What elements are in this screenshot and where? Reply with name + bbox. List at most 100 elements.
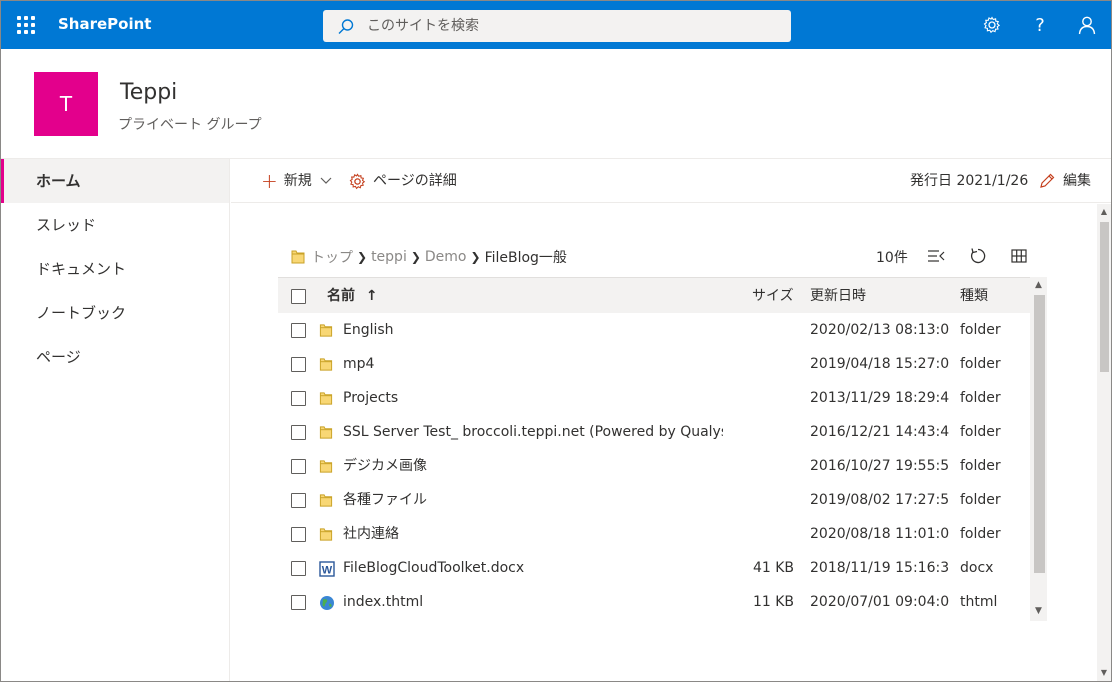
file-size — [718, 483, 794, 517]
file-name-link[interactable]: 社内連絡 — [343, 517, 723, 551]
grid-view-icon[interactable] — [1011, 249, 1027, 263]
plus-icon: + — [261, 169, 278, 193]
file-size: 41 KB — [752, 560, 794, 576]
table-row[interactable]: デジカメ画像 2016/10/27 19:55:50 folder — [278, 449, 1030, 483]
file-type: folder — [960, 458, 1001, 474]
column-header-modified[interactable]: 更新日時 — [810, 278, 866, 314]
help-icon: ? — [1035, 14, 1045, 36]
table-row[interactable]: 社内連絡 2020/08/18 11:01:02 folder — [278, 517, 1030, 551]
page-details-label: ページの詳細 — [373, 173, 457, 189]
file-size — [718, 347, 794, 381]
file-name-link[interactable]: Projects — [343, 381, 723, 415]
column-header-name[interactable]: 名前 ↑ — [327, 278, 378, 314]
table-row[interactable]: English 2020/02/13 08:13:05 folder — [278, 313, 1030, 347]
breadcrumb: トップ ❯ teppi ❯ Demo ❯ FileBlog一般 — [291, 245, 567, 269]
list-scrollbar[interactable]: ▲ ▼ — [1030, 277, 1047, 621]
brand-name[interactable]: SharePoint — [58, 15, 151, 33]
table-row[interactable]: Projects 2013/11/29 18:29:47 folder — [278, 381, 1030, 415]
row-checkbox[interactable] — [291, 323, 306, 338]
page-scroll-thumb[interactable] — [1100, 222, 1109, 372]
new-button[interactable]: + 新規 — [261, 159, 332, 203]
table-row[interactable]: index.thtml 11 KB 2020/07/01 09:04:08 thtml — [278, 585, 1030, 619]
row-checkbox[interactable] — [291, 425, 306, 440]
edit-button[interactable]: 編集 — [1039, 159, 1091, 203]
search-box[interactable] — [323, 10, 791, 42]
file-modified: 2020/08/18 11:01:02 — [810, 526, 950, 542]
item-count: 10件 — [876, 250, 908, 266]
file-type: folder — [960, 492, 1001, 508]
breadcrumb-item-top[interactable]: トップ — [311, 247, 353, 267]
chevron-right-icon: ❯ — [470, 250, 481, 264]
file-name-link[interactable]: mp4 — [343, 347, 723, 381]
folder-icon — [319, 323, 333, 342]
list-scroll-thumb[interactable] — [1034, 295, 1045, 573]
breadcrumb-current: FileBlog一般 — [484, 250, 567, 266]
suite-bar: SharePoint ? — [1, 1, 1111, 49]
row-checkbox[interactable] — [291, 459, 306, 474]
scroll-down-arrow-icon[interactable]: ▼ — [1097, 668, 1111, 677]
scroll-up-arrow-icon[interactable]: ▲ — [1030, 280, 1047, 290]
file-name-link[interactable]: index.thtml — [343, 585, 723, 619]
column-name-label: 名前 — [327, 288, 355, 304]
breadcrumb-item-demo[interactable]: Demo — [425, 249, 467, 265]
app-launcher-icon[interactable] — [17, 16, 35, 34]
folder-icon — [319, 459, 333, 478]
list-header: 名前 ↑ サイズ 更新日時 種類 — [278, 277, 1030, 313]
table-row[interactable]: SSL Server Test_ broccoli.teppi.net (Pow… — [278, 415, 1030, 449]
row-checkbox[interactable] — [291, 561, 306, 576]
scroll-down-arrow-icon[interactable]: ▼ — [1030, 606, 1047, 616]
scroll-up-arrow-icon[interactable]: ▲ — [1097, 207, 1111, 216]
file-type: folder — [960, 526, 1001, 542]
settings-button[interactable] — [968, 1, 1016, 49]
row-checkbox[interactable] — [291, 357, 306, 372]
file-modified: 2016/12/21 14:43:43 — [810, 424, 950, 440]
table-row[interactable]: 各種ファイル 2019/08/02 17:27:58 folder — [278, 483, 1030, 517]
nav-item-home[interactable]: ホーム — [1, 159, 229, 203]
file-size — [718, 517, 794, 551]
browser-frame: SharePoint ? T Teppi プライベート グループ — [0, 0, 1112, 682]
chevron-right-icon: ❯ — [410, 250, 421, 264]
page-details-button[interactable]: ページの詳細 — [349, 159, 457, 203]
nav-item-threads[interactable]: スレッド — [1, 203, 229, 247]
file-type: folder — [960, 356, 1001, 372]
new-label: 新規 — [283, 173, 312, 189]
folder-icon — [319, 425, 333, 444]
refresh-icon[interactable] — [969, 247, 987, 265]
file-name-link[interactable]: SSL Server Test_ broccoli.teppi.net (Pow… — [343, 415, 723, 449]
row-checkbox[interactable] — [291, 391, 306, 406]
sort-order-icon[interactable] — [927, 248, 945, 264]
column-header-size[interactable]: サイズ — [752, 278, 794, 314]
file-type: folder — [960, 424, 1001, 440]
file-modified: 2019/04/18 15:27:07 — [810, 356, 950, 372]
nav-item-documents[interactable]: ドキュメント — [1, 247, 229, 291]
file-name-link[interactable]: English — [343, 313, 723, 347]
row-checkbox[interactable] — [291, 493, 306, 508]
file-size — [718, 381, 794, 415]
file-size — [718, 313, 794, 347]
table-row[interactable]: W FileBlogCloudToolket.docx 41 KB 2018/11/1… — [278, 551, 1030, 585]
folder-icon — [319, 357, 333, 376]
file-size: 11 KB — [752, 594, 794, 610]
account-button[interactable] — [1063, 1, 1111, 49]
file-name-link[interactable]: デジカメ画像 — [343, 449, 723, 483]
site-logo[interactable]: T — [34, 72, 98, 136]
select-all-checkbox[interactable] — [291, 289, 306, 304]
command-bar: + 新規 ページの詳細 発行日 2021/1/26 編集 — [231, 159, 1111, 203]
row-checkbox[interactable] — [291, 527, 306, 542]
help-button[interactable]: ? — [1016, 1, 1064, 49]
file-size — [718, 415, 794, 449]
row-checkbox[interactable] — [291, 595, 306, 610]
chevron-right-icon: ❯ — [357, 250, 368, 264]
page-scrollbar[interactable]: ▲ ▼ — [1097, 204, 1111, 681]
search-input[interactable] — [367, 10, 767, 42]
file-name-link[interactable]: FileBlogCloudToolket.docx — [343, 551, 723, 585]
column-header-type[interactable]: 種類 — [960, 278, 988, 314]
file-type: folder — [960, 390, 1001, 406]
nav-item-pages[interactable]: ページ — [1, 335, 229, 379]
file-name-link[interactable]: 各種ファイル — [343, 483, 723, 517]
site-title[interactable]: Teppi — [120, 80, 177, 105]
nav-item-notebook[interactable]: ノートブック — [1, 291, 229, 335]
table-row[interactable]: mp4 2019/04/18 15:27:07 folder — [278, 347, 1030, 381]
breadcrumb-item-teppi[interactable]: teppi — [371, 249, 407, 265]
file-type: folder — [960, 322, 1001, 338]
